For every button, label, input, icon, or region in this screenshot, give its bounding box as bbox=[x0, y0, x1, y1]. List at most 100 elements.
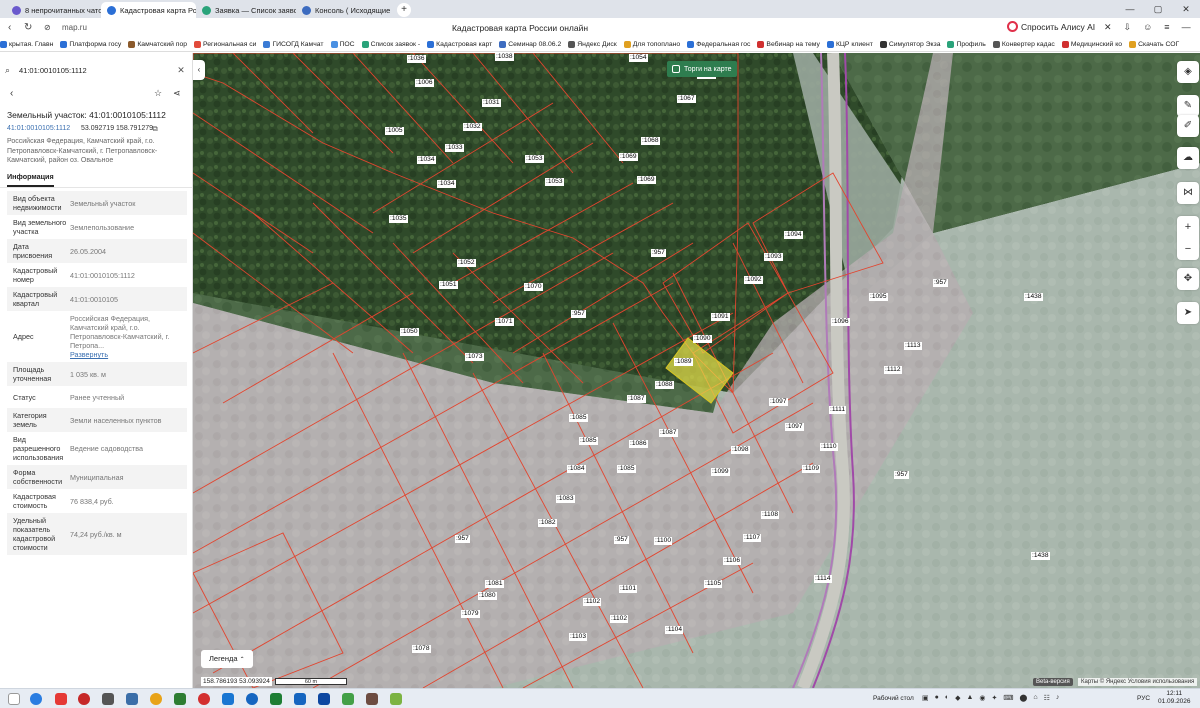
ruler-icon[interactable]: ✎ bbox=[1177, 95, 1199, 117]
parcel-label[interactable]: :957 bbox=[571, 310, 586, 318]
bookmark-item[interactable]: Яндекс Диск bbox=[568, 41, 617, 48]
close-window-icon[interactable]: ✕ bbox=[1172, 0, 1200, 18]
zoom-out-icon[interactable]: − bbox=[1177, 238, 1199, 260]
parcel-label[interactable]: :1082 bbox=[538, 519, 557, 527]
parcel-label[interactable]: :1035 bbox=[389, 215, 408, 223]
share-icon[interactable]: ⋖ bbox=[173, 88, 181, 99]
cadastral-number-link[interactable]: 41:01:0010105:1112 bbox=[7, 125, 70, 132]
parcel-label[interactable]: :1090 bbox=[693, 335, 712, 343]
back-arrow-icon[interactable]: ‹ bbox=[10, 88, 13, 99]
map-copyright[interactable]: Карты © Яндекс Условия использования bbox=[1078, 678, 1198, 686]
menu-icon[interactable]: ≡ bbox=[1164, 22, 1169, 33]
parcel-label[interactable]: :1106 bbox=[723, 557, 742, 565]
word-icon[interactable] bbox=[294, 693, 306, 705]
torgi-checkbox[interactable] bbox=[672, 65, 680, 73]
beta-badge[interactable]: Beta-версия bbox=[1033, 678, 1073, 686]
parcel-label[interactable]: :1087 bbox=[627, 395, 646, 403]
copy-icon[interactable]: ⧉ bbox=[152, 124, 158, 134]
parcel-label[interactable]: :1069 bbox=[619, 153, 638, 161]
browser-tab[interactable]: Консоль ( Исходящие )✕ bbox=[296, 2, 391, 18]
map-canvas[interactable]: :1036:1038:1054:1066:1006:1067:1031:1005… bbox=[193, 53, 1200, 688]
tray-icon[interactable]: ▣ bbox=[922, 694, 929, 702]
parcel-label[interactable]: :1034 bbox=[417, 156, 436, 164]
alisa-button[interactable]: Спросить Алису AI bbox=[1007, 21, 1095, 32]
parcel-label[interactable]: :1103 bbox=[569, 633, 588, 641]
parcel-label[interactable]: :1102 bbox=[610, 615, 629, 623]
bookmark-item[interactable]: Список заявок - bbox=[361, 41, 420, 48]
parcel-label[interactable]: :1102 bbox=[583, 598, 602, 606]
bookmark-item[interactable]: Медицинский ко bbox=[1061, 41, 1122, 48]
parcel-label[interactable]: :1034 bbox=[437, 180, 456, 188]
parcel-label[interactable]: :1088 bbox=[655, 381, 674, 389]
search-input[interactable]: 41:01:0010105:1112 bbox=[19, 66, 175, 75]
parcel-label[interactable]: :1005 bbox=[385, 127, 404, 135]
new-tab-button[interactable]: + bbox=[397, 3, 411, 17]
parcel-label[interactable]: :1070 bbox=[524, 283, 543, 291]
parcel-label[interactable]: :1084 bbox=[567, 465, 586, 473]
parcel-label[interactable]: :1073 bbox=[465, 353, 484, 361]
map-imagery[interactable] bbox=[193, 53, 1200, 688]
parcel-label[interactable]: :1108 bbox=[761, 511, 780, 519]
desktop-label[interactable]: Рабочий стол bbox=[873, 695, 914, 702]
parcel-label[interactable]: :1096 bbox=[831, 318, 850, 326]
tray-icon[interactable]: ⌂ bbox=[1033, 694, 1037, 702]
parcel-label[interactable]: :1110 bbox=[820, 443, 838, 451]
upload-icon[interactable]: ☁ bbox=[1177, 147, 1199, 169]
parcel-label[interactable]: :1071 bbox=[495, 318, 514, 326]
parcel-label[interactable]: :1085 bbox=[617, 465, 636, 473]
bookmark-item[interactable]: ГИСОГД Камчат bbox=[263, 41, 324, 48]
parcel-label[interactable]: :1099 bbox=[711, 468, 730, 476]
app-icon[interactable] bbox=[342, 693, 354, 705]
bookmark-item[interactable]: Кадастровая карт bbox=[427, 41, 492, 48]
app-icon[interactable] bbox=[126, 693, 138, 705]
bookmark-item[interactable]: КЦР клиент bbox=[826, 41, 873, 48]
yandex-browser-icon[interactable] bbox=[246, 693, 258, 705]
parcel-label[interactable]: :1086 bbox=[629, 440, 648, 448]
parcel-label[interactable]: :1093 bbox=[764, 253, 783, 261]
bookmark-item[interactable]: Платформа госу bbox=[60, 41, 121, 48]
tab-information[interactable]: Информация bbox=[7, 172, 54, 187]
bookmark-item[interactable]: Симулятор Экза bbox=[879, 41, 940, 48]
app-icon[interactable] bbox=[198, 693, 210, 705]
parcel-label[interactable]: :1080 bbox=[478, 592, 497, 600]
parcel-label[interactable]: :1052 bbox=[457, 259, 476, 267]
tray-icon[interactable]: ▲ bbox=[966, 694, 973, 702]
parcel-label[interactable]: :1100 bbox=[654, 537, 673, 545]
parcel-label[interactable]: :957 bbox=[455, 535, 470, 543]
torgi-toggle[interactable]: Торги на карте bbox=[667, 61, 737, 77]
parcel-label[interactable]: :957 bbox=[651, 249, 666, 257]
start-icon[interactable] bbox=[8, 693, 20, 705]
parcel-label[interactable]: :1092 bbox=[744, 276, 763, 284]
parcel-label[interactable]: :1111 bbox=[829, 406, 847, 414]
bookmark-item[interactable]: Профиль bbox=[947, 41, 986, 48]
bookmark-item[interactable]: Вебинар на тему bbox=[757, 41, 820, 48]
parcel-label[interactable]: :1053 bbox=[545, 178, 564, 186]
parcel-label[interactable]: :1109 bbox=[802, 465, 821, 473]
parcel-label[interactable]: :957 bbox=[614, 536, 629, 544]
parcel-label[interactable]: :1105 bbox=[704, 580, 723, 588]
search-box[interactable]: ⌕ 41:01:0010105:1112 ✕ bbox=[5, 61, 187, 79]
legend-button[interactable]: Легенда ⌃ bbox=[201, 650, 253, 668]
bookmark-item[interactable]: Скачать СОГ bbox=[1129, 41, 1179, 48]
volume-icon[interactable]: ♪ bbox=[1056, 694, 1060, 702]
tray-icon[interactable]: ⌨ bbox=[1003, 694, 1013, 702]
app-icon[interactable] bbox=[222, 693, 234, 705]
parcel-label[interactable]: :1050 bbox=[400, 328, 419, 336]
maximize-icon[interactable]: ▢ bbox=[1144, 0, 1172, 18]
parcel-label[interactable]: :1085 bbox=[579, 437, 598, 445]
bookmark-item[interactable]: Конвертер кадас bbox=[992, 41, 1055, 48]
minimize-icon[interactable]: — bbox=[1116, 0, 1144, 18]
tray-icon[interactable]: ◆ bbox=[955, 694, 960, 702]
browser-tab[interactable]: Кадастровая карта Ро✕ bbox=[101, 2, 196, 18]
profile-icon[interactable]: ☺ bbox=[1143, 22, 1152, 33]
bookmark-item[interactable]: Семинар 08.06.2 bbox=[499, 41, 561, 48]
app-icon[interactable] bbox=[174, 693, 186, 705]
extensions-icon[interactable]: ✕ bbox=[1104, 22, 1112, 33]
parcel-label[interactable]: :1032 bbox=[463, 123, 482, 131]
tray-icon[interactable]: ● bbox=[935, 694, 939, 702]
parcel-label[interactable]: :1114 bbox=[814, 575, 832, 583]
parcel-label[interactable]: :1067 bbox=[677, 95, 696, 103]
parcel-label[interactable]: :1053 bbox=[525, 155, 544, 163]
chrome-icon[interactable] bbox=[150, 693, 162, 705]
parcel-label[interactable]: :1083 bbox=[556, 495, 575, 503]
